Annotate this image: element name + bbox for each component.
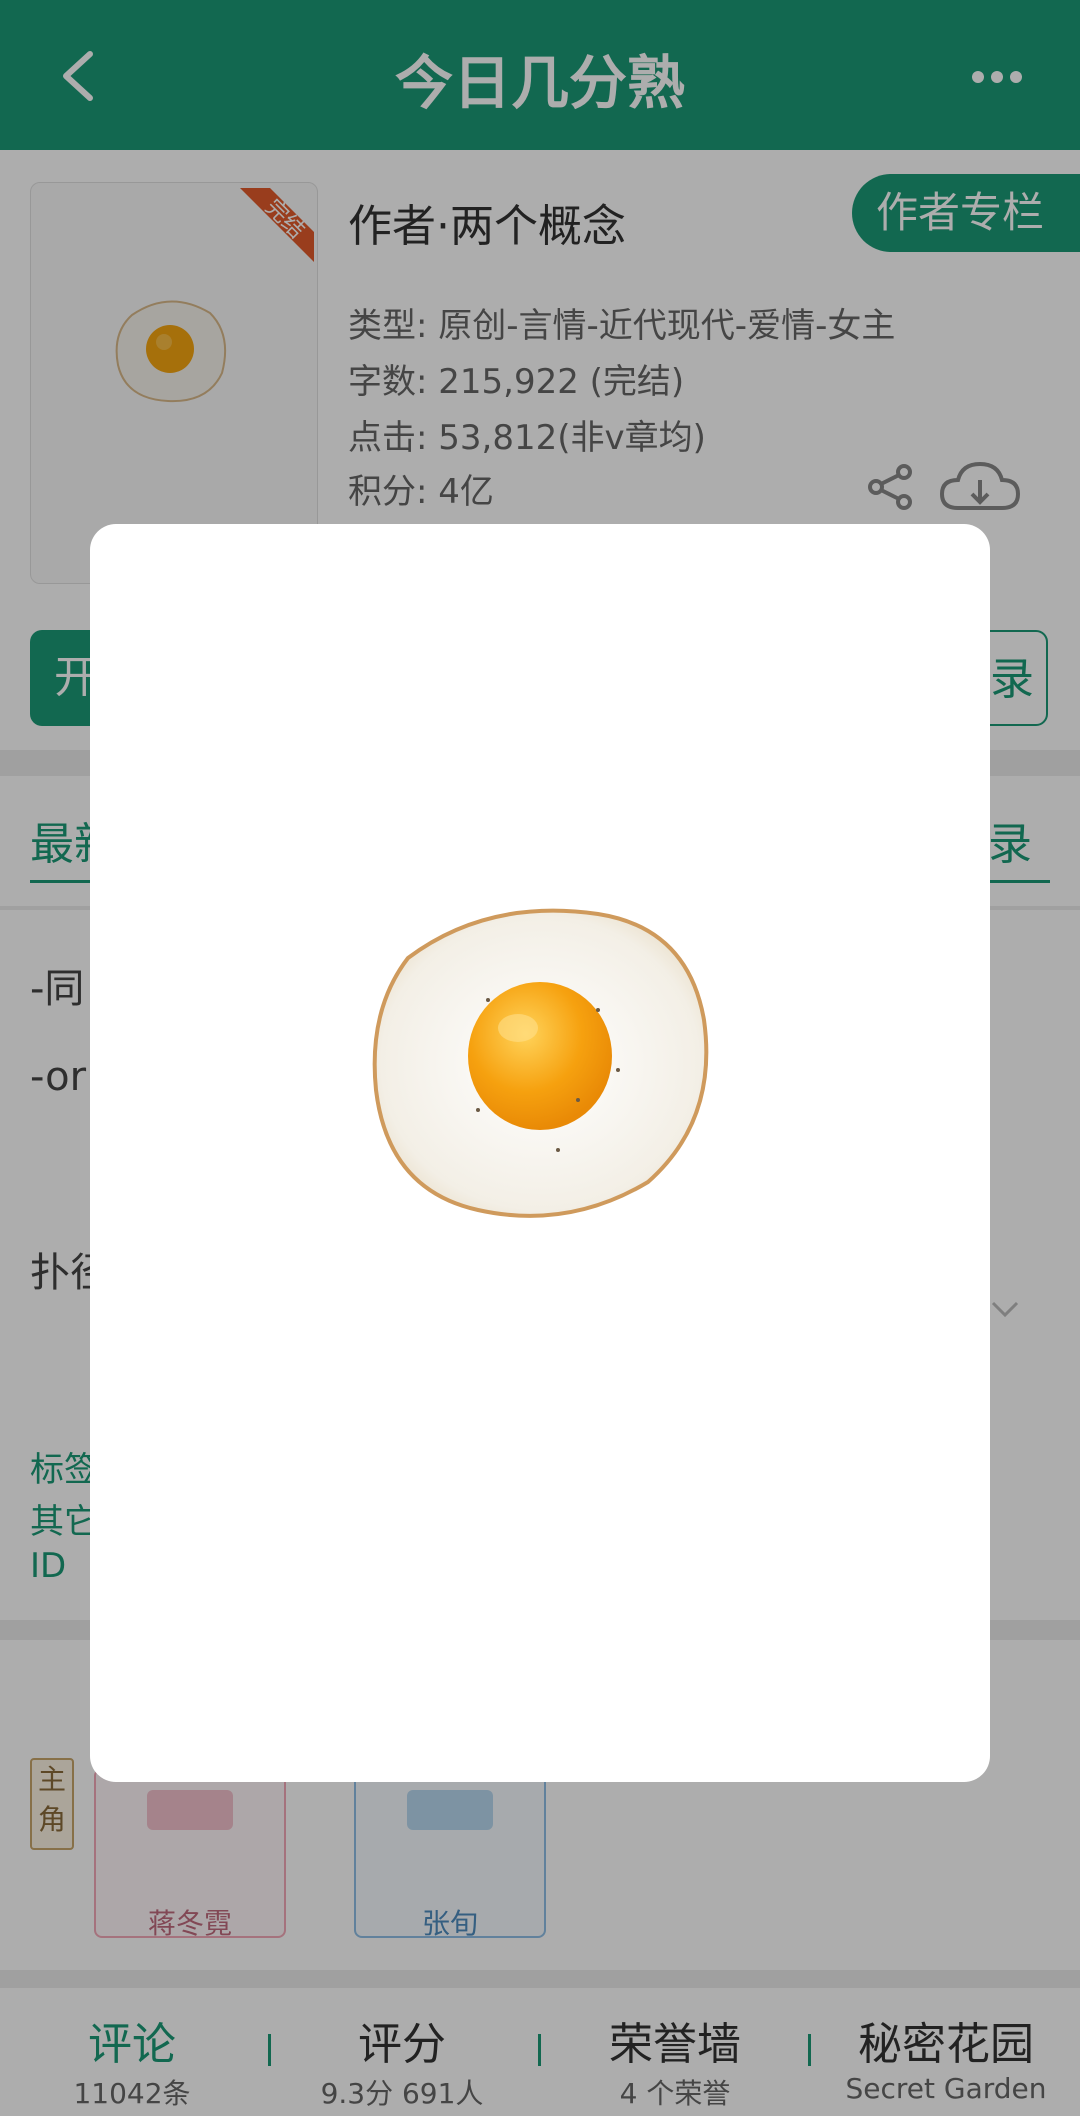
fried-egg-image (372, 908, 709, 1218)
